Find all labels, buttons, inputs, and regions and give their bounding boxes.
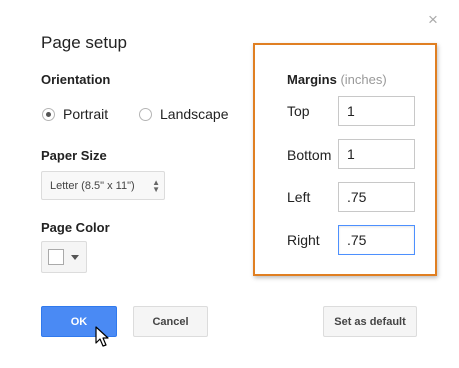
landscape-radio[interactable] [139, 107, 152, 121]
margin-bottom-input[interactable] [338, 139, 415, 169]
margin-top-input[interactable] [338, 96, 415, 126]
dialog-title: Page setup [41, 33, 128, 52]
margin-left-input[interactable] [338, 182, 415, 212]
paper-size-select[interactable]: Letter (8.5" x 11") ▲ ▼ [41, 171, 165, 200]
margin-bottom-label: Bottom [287, 147, 332, 163]
landscape-option[interactable]: Landscape [139, 106, 229, 122]
select-arrows-icon: ▲ ▼ [152, 178, 160, 194]
margin-right-label: Right [287, 232, 320, 248]
margin-left-label: Left [287, 189, 311, 205]
paper-size-value: Letter (8.5" x 11") [50, 179, 135, 192]
cancel-button[interactable]: Cancel [133, 306, 208, 337]
mouse-pointer-icon [95, 326, 109, 347]
landscape-label: Landscape [160, 106, 229, 122]
close-icon[interactable]: × [428, 11, 438, 28]
page-color-button[interactable] [41, 241, 87, 273]
margins-heading: Margins (inches) [287, 72, 387, 87]
portrait-option[interactable]: Portrait [42, 106, 108, 122]
margin-right-input[interactable] [338, 225, 415, 255]
paper-size-label: Paper Size [41, 148, 107, 163]
portrait-label: Portrait [63, 106, 109, 122]
page-color-label: Page Color [41, 220, 110, 235]
margin-top-label: Top [287, 103, 310, 119]
portrait-radio[interactable] [42, 107, 55, 121]
color-swatch [48, 249, 64, 265]
caret-down-icon [71, 255, 79, 260]
margins-title: Margins [287, 72, 337, 87]
margins-unit: (inches) [340, 72, 387, 87]
orientation-label: Orientation [41, 72, 111, 87]
set-as-default-button[interactable]: Set as default [323, 306, 417, 337]
